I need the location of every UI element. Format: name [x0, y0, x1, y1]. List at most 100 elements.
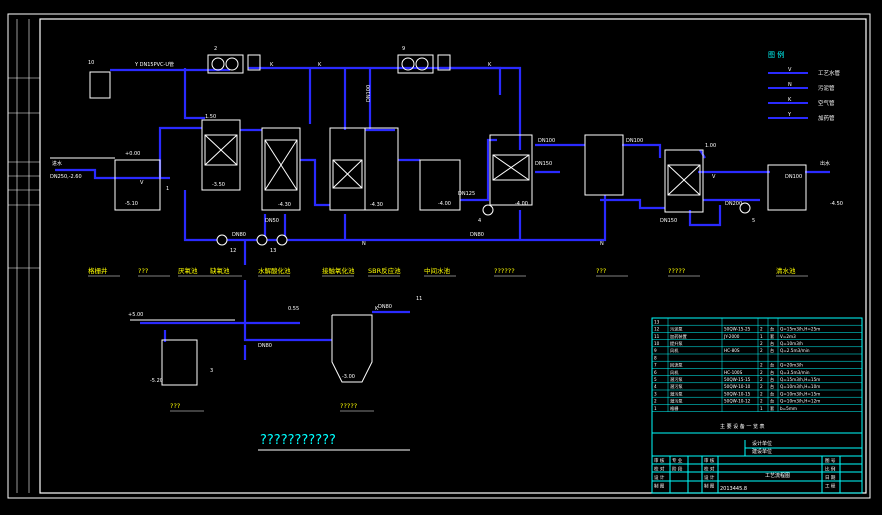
reactor-6: [489, 134, 533, 206]
pumps: [216, 202, 751, 246]
lower-sump: [161, 339, 198, 386]
tag-13: 13: [270, 248, 276, 254]
tag-10: 10: [88, 60, 94, 66]
tag-1: 1: [166, 186, 169, 192]
table-cell-name: 潜污泵: [670, 383, 683, 390]
table-cell-name: 风机: [670, 347, 679, 354]
title-right-label: 比 例: [825, 466, 836, 473]
level-12: -5.20: [150, 378, 163, 384]
table-cell-no: 1: [654, 406, 657, 411]
level-1: +0.00: [125, 151, 140, 157]
table-cell-unit: 台: [770, 326, 774, 333]
table-row: 8: [652, 355, 862, 362]
table-cell-no: 3: [654, 391, 657, 396]
table-row: 5 潜污泵 50QW-15-15 2 台 Q=15m3/h,H=15m: [652, 376, 862, 384]
level-3: 1.50: [205, 114, 216, 120]
unit-label: ??????: [494, 267, 515, 275]
tag-12: 12: [230, 248, 236, 254]
dn150-b: DN150: [535, 161, 552, 167]
level-4: -3.50: [212, 182, 225, 188]
table-cell-spec: Q=10m3/h,H=10m: [780, 384, 820, 389]
table-cell-spec: b=5mm: [780, 406, 797, 411]
inflow-pipe-label: DN250,-2.60: [50, 174, 82, 180]
table-cell-spec: Q=15m3/h,H=15m: [780, 377, 820, 382]
unit-label: 缺氧池: [210, 266, 230, 275]
level-10: -3.00: [342, 374, 355, 380]
table-row: 3 潜污泵 50QW-10-15 2 台 Q=10m3/h,H=15m: [652, 390, 862, 398]
unit-label: 格栅井: [88, 266, 108, 275]
level-6: -4.00: [438, 201, 451, 207]
tag-5: 5: [752, 218, 755, 224]
title-mid-label: 专 业: [672, 457, 683, 464]
level-9: +5.00: [128, 312, 143, 318]
legend-code: V: [788, 67, 792, 73]
lower-unit-labels: ????????: [170, 402, 374, 412]
inner-frame: [39, 18, 867, 494]
table-cell-spec: Q=10m3/h,H=15m: [780, 391, 820, 396]
clear-water-tank: [767, 164, 807, 211]
table-cell-model: 50QW-15-15: [724, 377, 751, 382]
table-cell-model: HC-80S: [724, 348, 740, 353]
title-right-label: 工 程: [825, 483, 836, 490]
drawing-no: 2013445.8: [720, 486, 747, 492]
table-cell-unit: 台: [770, 390, 774, 397]
unit-label: SBR反应池: [368, 266, 401, 275]
table-cell-qty: 2: [760, 348, 763, 353]
contact-oxidation-tank: [329, 127, 366, 211]
level-5: -4.30: [278, 202, 291, 208]
table-cell-name: 提升泵: [670, 340, 683, 347]
table-cell-no: 10: [654, 341, 660, 346]
dn125-a: DN125: [458, 191, 475, 197]
sludge-n1: N: [362, 241, 366, 247]
title-mid-label: 阶 段: [672, 466, 683, 473]
table-row: 11 加药装置 JY-2000 1 套 V=2m3: [652, 333, 862, 340]
table-cell-no: 7: [654, 363, 657, 368]
pipes: [55, 66, 830, 360]
table-cell-spec: Q=15m3/h,H=25m: [780, 327, 820, 332]
legend-label: 污泥管: [818, 84, 835, 92]
title-row-label-b: 制 图: [704, 483, 715, 490]
table-cell-unit: 台: [770, 362, 774, 369]
table-cell-no: 2: [654, 399, 657, 404]
table-cell-name: 回流泵: [670, 362, 683, 369]
unit-label: 清水池: [776, 266, 796, 275]
table-cell-name: 风机: [670, 369, 679, 376]
table-row: 10 提升泵 2 台 Q=10m3/h: [652, 340, 862, 348]
table-cell-unit: 台: [770, 398, 774, 405]
table-cell-qty: 1: [760, 406, 763, 411]
table-cell-no: 4: [654, 384, 657, 389]
table-cell-no: 5: [654, 377, 657, 382]
unit-label: ???: [138, 267, 148, 275]
title-row-label: 制 图: [654, 483, 665, 490]
water-v1: V: [140, 180, 144, 186]
tanks: [50, 71, 807, 386]
tag-3: 3: [210, 368, 213, 374]
company-2: 建设单位: [752, 448, 772, 455]
legend-label: 工艺水管: [818, 69, 841, 77]
table-cell-qty: 1: [760, 334, 763, 339]
dn100-d: DN100: [785, 174, 802, 180]
sbr-tank: [364, 127, 399, 211]
unit-label: 中间水池: [424, 266, 451, 275]
table-cell-no: 6: [654, 370, 657, 375]
dn100-c: DN100: [626, 138, 643, 144]
table-cell-spec: Q=10m3/h,H=12m: [780, 399, 820, 404]
unit-label: 接触氧化池: [322, 266, 355, 275]
dn80-d: DN80: [378, 304, 392, 310]
dn150-a: DN150: [660, 218, 677, 224]
title-row-label: 审 核: [654, 457, 665, 464]
table-cell-name: 加药装置: [670, 333, 687, 340]
dosing-label: Y DN15PVC-U管: [134, 61, 174, 68]
company-1: 设计单位: [752, 440, 772, 447]
table-cell-unit: 台: [770, 347, 774, 354]
inflow-label: 进水: [52, 160, 62, 167]
table-cell-name: 格栅: [670, 405, 678, 412]
dn80-c: DN80: [258, 343, 272, 349]
table-cell-model: 50QW-10-12: [724, 399, 751, 404]
table-cell-no: 12: [654, 327, 660, 332]
tag-9: 9: [402, 46, 405, 52]
table-cell-qty: 2: [760, 377, 763, 382]
reactor-8: [664, 149, 704, 213]
table-cell-name: 潜污泵: [670, 398, 683, 405]
dn80-b: DN80: [470, 232, 484, 238]
